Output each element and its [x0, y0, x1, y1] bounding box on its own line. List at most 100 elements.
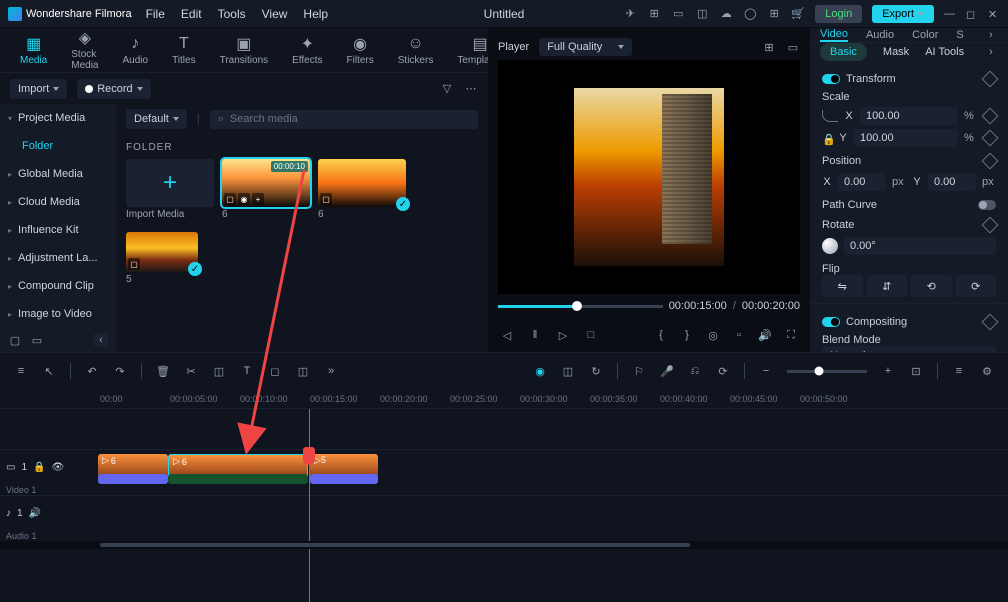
- redo-icon[interactable]: ↷: [113, 364, 127, 378]
- lock-icon[interactable]: 🔒: [33, 462, 45, 473]
- sb-cloud[interactable]: ▸Cloud Media: [0, 188, 116, 216]
- resize-icon[interactable]: ◻: [268, 364, 282, 378]
- tab-transitions[interactable]: ▣Transitions: [220, 35, 269, 66]
- select-tool-icon[interactable]: ↖: [42, 364, 56, 378]
- stack-icon[interactable]: ◫: [695, 7, 709, 21]
- subtabs-scroll-icon[interactable]: ›: [984, 45, 998, 59]
- text-icon[interactable]: T: [240, 364, 254, 378]
- sb-global[interactable]: ▸Global Media: [0, 160, 116, 188]
- cut-icon[interactable]: ✂: [184, 364, 198, 378]
- tab-audio[interactable]: Audio: [866, 28, 894, 42]
- snapshot-icon[interactable]: ◎: [706, 328, 720, 342]
- monitor-icon[interactable]: ▭: [671, 7, 685, 21]
- tab-stock[interactable]: ◈Stock Media: [71, 29, 98, 71]
- mute-icon[interactable]: 🔊: [29, 508, 41, 519]
- track-display-icon[interactable]: ≡: [952, 364, 966, 378]
- send-icon[interactable]: ✈: [623, 7, 637, 21]
- render-icon[interactable]: ⟳: [716, 364, 730, 378]
- tab-audio[interactable]: ♪Audio: [122, 35, 148, 66]
- sb-compound[interactable]: ▸Compound Clip: [0, 272, 116, 300]
- import-dropdown[interactable]: Import: [10, 79, 67, 99]
- import-tile[interactable]: + Import Media: [126, 159, 214, 220]
- rotate-input[interactable]: 0.00°: [844, 237, 996, 255]
- scale-y-input[interactable]: 100.00: [854, 129, 958, 147]
- crop-icon[interactable]: ◫: [212, 364, 226, 378]
- rot90r-button[interactable]: ⟳: [956, 275, 997, 297]
- fullscreen-icon[interactable]: ⛶: [784, 328, 798, 342]
- subtab-basic[interactable]: Basic: [820, 43, 867, 61]
- minimize-icon[interactable]: —: [944, 8, 956, 20]
- tab-effects[interactable]: ✦Effects: [292, 35, 322, 66]
- mute-icon[interactable]: 👁: [51, 462, 64, 473]
- sb-project-media[interactable]: ▾Project Media: [0, 104, 116, 132]
- mic-icon[interactable]: 🎤: [660, 364, 674, 378]
- playhead[interactable]: [309, 409, 310, 602]
- ai-icon[interactable]: ◉: [533, 364, 547, 378]
- quality-dropdown[interactable]: Full Quality: [539, 38, 632, 56]
- filter-icon[interactable]: ▽: [440, 82, 454, 96]
- audio-seg-2[interactable]: [168, 474, 308, 484]
- delete-icon[interactable]: 🗑: [156, 364, 170, 378]
- sb-influence[interactable]: ▸Influence Kit: [0, 216, 116, 244]
- progress-bar[interactable]: [498, 305, 663, 308]
- frame-back-icon[interactable]: ‖: [528, 328, 542, 342]
- viewer[interactable]: [498, 60, 800, 294]
- tab-s[interactable]: S: [956, 28, 963, 42]
- more-tools-icon[interactable]: »: [324, 364, 338, 378]
- subtab-mask[interactable]: Mask: [883, 46, 909, 58]
- markin-icon[interactable]: {: [654, 328, 668, 342]
- mixer-icon[interactable]: ⎌: [688, 364, 702, 378]
- settings-icon[interactable]: ⚙: [980, 364, 994, 378]
- tab-color[interactable]: Color: [912, 28, 938, 42]
- headset-icon[interactable]: ◯: [743, 7, 757, 21]
- pos-y-input[interactable]: 0.00: [928, 173, 976, 191]
- pos-x-input[interactable]: 0.00: [838, 173, 886, 191]
- maximize-icon[interactable]: ◻: [966, 8, 978, 20]
- media-item-2[interactable]: ▢✓ 6: [318, 159, 406, 220]
- login-button[interactable]: Login: [815, 5, 862, 23]
- keyframe-icon[interactable]: [982, 153, 999, 170]
- search-input[interactable]: ⌕Search media: [210, 110, 478, 129]
- cloud-icon[interactable]: ☁: [719, 7, 733, 21]
- keyframe-icon[interactable]: [982, 130, 999, 147]
- menu-view[interactable]: View: [262, 7, 288, 21]
- copy-icon[interactable]: ◫: [296, 364, 310, 378]
- undo-icon[interactable]: ↶: [85, 364, 99, 378]
- tab-media[interactable]: ▦Media: [20, 35, 47, 66]
- marker-icon[interactable]: ⚐: [632, 364, 646, 378]
- transform-toggle[interactable]: [822, 74, 840, 84]
- grid-icon[interactable]: ⊞: [767, 7, 781, 21]
- record-dropdown[interactable]: Record: [77, 79, 150, 99]
- tabs-scroll-icon[interactable]: ›: [984, 28, 998, 42]
- volume-icon[interactable]: 🔊: [758, 328, 772, 342]
- audio-seg-3[interactable]: [310, 474, 378, 484]
- media-item-1[interactable]: 00:00:10 ▢◉+ 6: [222, 159, 310, 220]
- scale-x-input[interactable]: 100.00: [860, 107, 958, 125]
- fit-icon[interactable]: ⊡: [909, 364, 923, 378]
- zoom-in-icon[interactable]: +: [881, 364, 895, 378]
- menu-tools[interactable]: Tools: [218, 7, 246, 21]
- sb-img2vid[interactable]: ▸Image to Video: [0, 300, 116, 328]
- keyframe-icon[interactable]: [982, 108, 999, 125]
- menu-file[interactable]: File: [146, 7, 165, 21]
- grid-view-icon[interactable]: ⊞: [762, 40, 776, 54]
- time-ruler[interactable]: 00:00 00:00:05:00 00:00:10:00 00:00:15:0…: [0, 389, 1008, 409]
- bin-icon[interactable]: ▢: [8, 333, 22, 347]
- pathcurve-toggle[interactable]: [978, 200, 996, 210]
- zoom-out-icon[interactable]: −: [759, 364, 773, 378]
- rotate-dial[interactable]: [822, 238, 838, 254]
- stop-icon[interactable]: □: [584, 328, 598, 342]
- tab-filters[interactable]: ◉Filters: [347, 35, 374, 66]
- playhead-handle[interactable]: [303, 447, 315, 465]
- tab-video[interactable]: Video: [820, 28, 848, 42]
- tab-stickers[interactable]: ☺Stickers: [398, 35, 434, 66]
- lock-icon[interactable]: 🔒: [822, 133, 832, 143]
- markout-icon[interactable]: }: [680, 328, 694, 342]
- compositing-toggle[interactable]: [822, 317, 840, 327]
- subtab-aitools[interactable]: AI Tools: [925, 46, 964, 58]
- prev-icon[interactable]: ◁: [500, 328, 514, 342]
- media-item-3[interactable]: ▢✓ 5: [126, 232, 214, 285]
- voice-icon[interactable]: ◫: [561, 364, 575, 378]
- menu-edit[interactable]: Edit: [181, 7, 202, 21]
- speed-icon[interactable]: ↻: [589, 364, 603, 378]
